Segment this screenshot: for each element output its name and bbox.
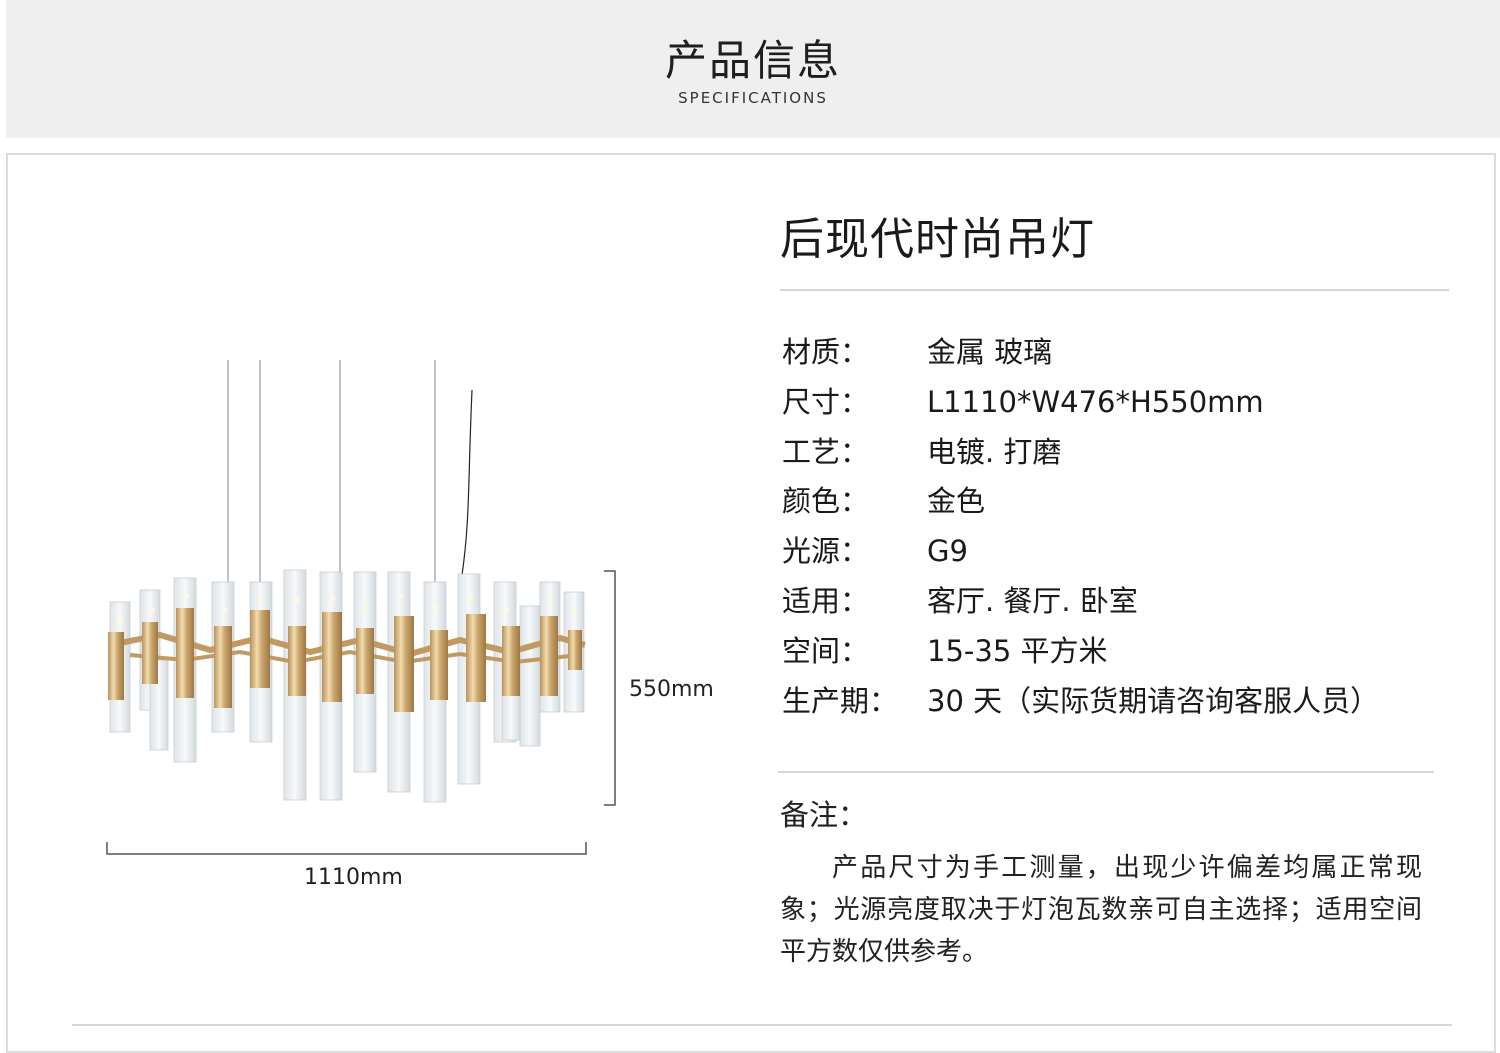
spec-value: 客厅. 餐厅. 卧室 — [927, 584, 1138, 618]
note-title: 备注： — [780, 798, 868, 832]
spec-label: 工艺： — [782, 435, 870, 469]
note-text: 产品尺寸为手工测量，出现少许偏差均属正常现象；光源亮度取决于灯泡瓦数亲可自主选择… — [780, 853, 1422, 967]
spec-label: 光源： — [782, 534, 870, 568]
spec-value: 金色 — [927, 484, 986, 518]
suspension-cables — [227, 360, 473, 620]
spec-value: 金属 玻璃 — [927, 335, 1053, 369]
spec-label: 空间： — [782, 634, 870, 668]
width-dimension-line — [106, 842, 587, 855]
spec-value: 电镀. 打磨 — [927, 435, 1062, 469]
spec-label: 尺寸： — [782, 385, 870, 419]
spec-value: 30 天（实际货期请咨询客服人员） — [927, 684, 1380, 718]
spec-label: 适用： — [782, 584, 870, 618]
section-subtitle: SPECIFICATIONS — [678, 89, 828, 107]
height-dimension-line — [604, 570, 616, 806]
section-title: 产品信息 — [664, 36, 841, 85]
notes-divider — [778, 771, 1434, 773]
spec-label: 生产期： — [782, 684, 899, 718]
title-divider — [780, 289, 1449, 291]
height-label: 550mm — [629, 677, 714, 702]
bottom-divider — [72, 1024, 1452, 1026]
width-label: 1110mm — [304, 865, 403, 890]
spec-value: 15-35 平方米 — [927, 634, 1108, 668]
spec-value: G9 — [927, 534, 968, 568]
header-banner: 产品信息 SPECIFICATIONS — [6, 0, 1500, 138]
spec-label: 颜色： — [782, 484, 870, 518]
spec-label: 材质： — [782, 335, 870, 369]
product-title: 后现代时尚吊灯 — [780, 214, 1095, 265]
spec-value: L1110*W476*H550mm — [927, 385, 1264, 419]
chandelier-image — [108, 360, 586, 803]
